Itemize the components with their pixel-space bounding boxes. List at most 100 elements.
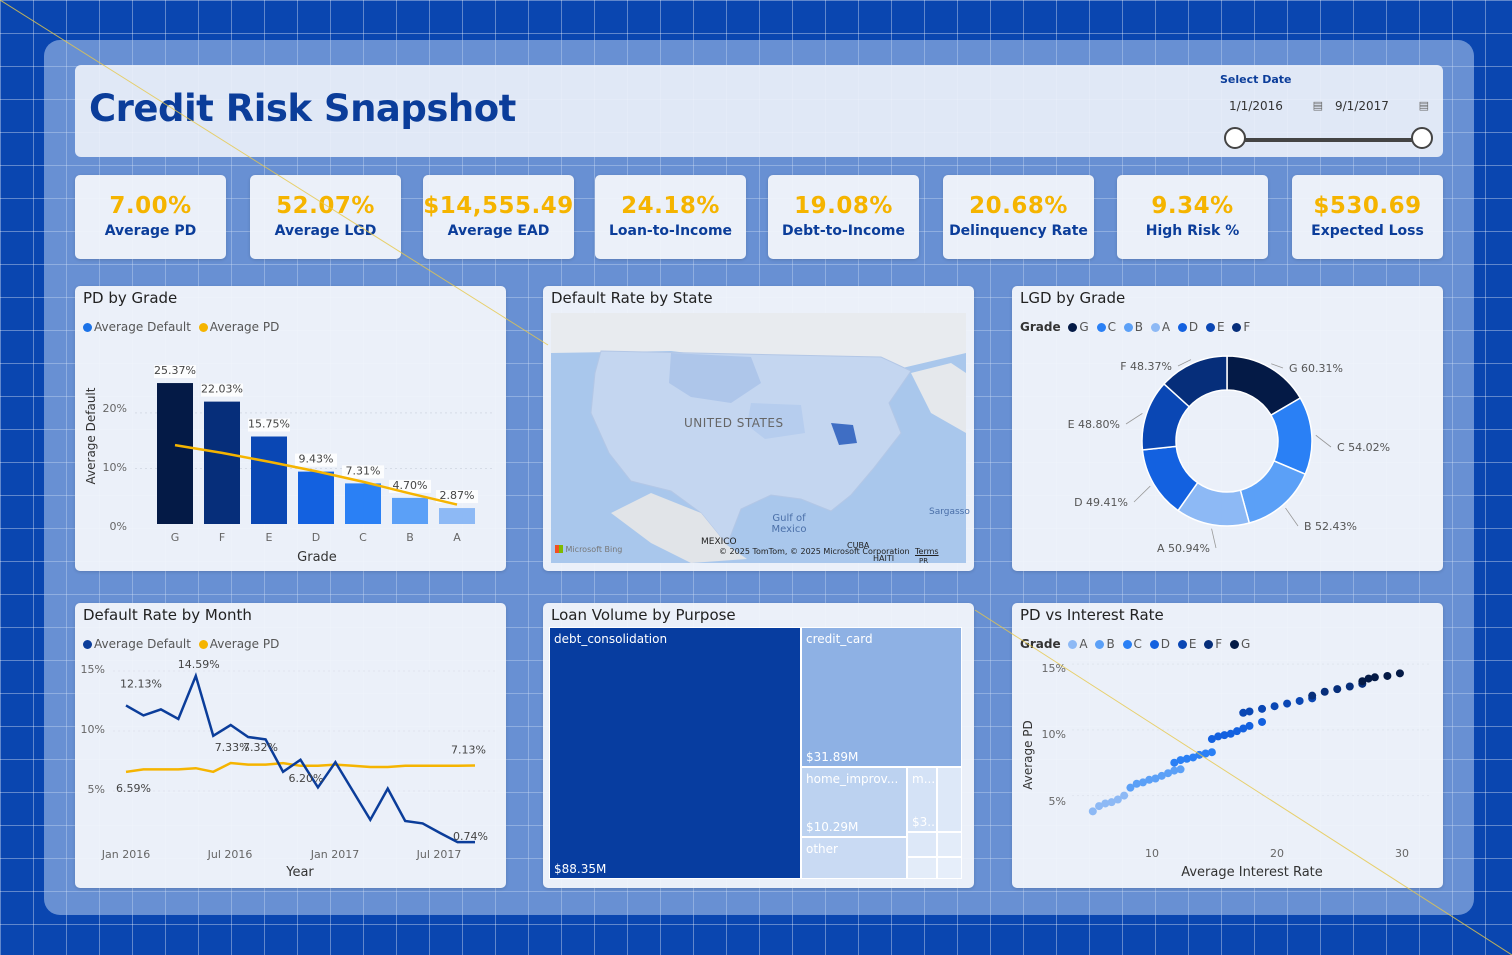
kpi-label: Debt-to-Income [782,223,905,239]
kpi-card-delinquency-rate: 20.68% Delinquency Rate [943,175,1094,259]
leader-line [1211,528,1217,549]
treemap-cell-small[interactable] [907,857,937,879]
kpi-label: Average LGD [274,223,377,239]
data-label: 6.59% [116,782,151,795]
select-date-label: Select Date [1220,73,1292,86]
scatter-point [1383,671,1392,680]
scatter-point [1333,685,1342,694]
x-tick: 30 [1395,847,1409,860]
data-label: F 48.37% [1120,360,1172,373]
header-panel: Credit Risk Snapshot Select Date 1/1/201… [75,65,1443,157]
treemap-cell-small[interactable] [937,832,962,857]
date-range-slider[interactable] [1235,138,1423,142]
kpi-card-debt-to-income: 19.08% Debt-to-Income [768,175,919,259]
x-axis-title: Year [285,865,314,880]
data-label: A 50.94% [1157,542,1210,555]
scatter-point [1088,807,1097,816]
terms-link[interactable]: Terms [915,547,939,556]
kpi-value: $530.69 [1313,193,1422,219]
x-tick: G [171,531,180,544]
treemap-cell-home-improvement[interactable]: home_improv... $10.29M [801,767,907,837]
y-tick: 10% [103,461,127,474]
loan-volume-treemap[interactable]: debt_consolidation $88.35M credit_card $… [549,627,962,879]
treemap-cell-m[interactable]: m... $3... [907,767,939,832]
scatter-point [1395,669,1404,678]
kpi-card-loan-to-income: 24.18% Loan-to-Income [595,175,746,259]
lgd-by-grade-panel[interactable]: LGD by Grade Grade G C B A D E F G 60.31… [1012,286,1443,571]
end-date-value: 9/1/2017 [1335,99,1389,113]
kpi-label: Loan-to-Income [608,223,733,239]
calendar-icon[interactable]: ▤ [1419,94,1429,118]
data-label: 25.37% [154,364,196,377]
x-tick: Jul 2017 [416,848,462,861]
data-label: 15.75% [248,418,290,431]
kpi-value: 24.18% [621,193,720,219]
kpi-label: Average EAD [447,223,550,239]
treemap-cell-label: credit_card [806,632,873,646]
treemap-cell-other[interactable]: other [801,837,907,879]
loan-volume-panel[interactable]: Loan Volume by Purpose debt_consolidatio… [543,603,974,888]
default-by-month-panel[interactable]: Default Rate by Month Average Default Av… [75,603,506,888]
y-tick: 5% [1049,795,1066,808]
treemap-cell-small[interactable] [907,832,937,857]
page-title: Credit Risk Snapshot [89,87,516,130]
scatter-point [1370,673,1379,682]
x-tick: Jan 2017 [310,848,359,861]
data-label: 0.74% [453,830,488,843]
panel-title: Default Rate by State [551,289,713,307]
lgd-donut-chart[interactable]: G 60.31% C 54.02% B 52.43% A 50.94% D 49.41%… [1012,286,1443,571]
us-choropleth-map[interactable]: UNITED STATES MEXICO Gulf of Mexico CUBA… [551,313,970,565]
y-tick: 0% [110,520,127,533]
map-attribution: © 2025 TomTom, © 2025 Microsoft Corporat… [719,547,910,556]
kpi-card-expected-loss: $530.69 Expected Loss [1292,175,1443,259]
data-label: 7.13% [451,743,486,756]
scatter-point [1295,696,1304,705]
pd-by-grade-panel[interactable]: PD by Grade Average Default Average PD A… [75,286,506,571]
map-label-country: UNITED STATES [684,416,784,430]
leader-line [1315,434,1332,448]
x-tick: C [359,531,367,544]
calendar-icon[interactable]: ▤ [1313,94,1323,118]
bar [392,497,428,524]
bar [251,436,287,524]
data-label: 12.13% [120,677,162,690]
slider-start-handle[interactable] [1224,127,1246,149]
scatter-point [1207,748,1216,757]
start-date-input[interactable]: 1/1/2016 ▤ [1229,94,1329,118]
treemap-cell-label: home_improv... [806,772,899,786]
map-label-mexico: MEXICO [701,537,737,547]
kpi-value: $14,555.49 [423,193,574,219]
treemap-cell-debt-consolidation[interactable]: debt_consolidation $88.35M [549,627,801,879]
scatter-point [1270,702,1279,711]
pd-by-grade-chart[interactable]: Average Default Grade 0% 10% 20% 25.37% G… [75,286,506,571]
bar [345,483,381,524]
scatter-point [1345,682,1354,691]
y-axis-title: Average Default [84,387,98,484]
default-by-state-panel[interactable]: Default Rate by State UNITED STATES MEXI… [543,286,974,571]
y-tick: 20% [103,402,127,415]
treemap-cell-value: $10.29M [806,820,859,834]
y-tick: 15% [1042,662,1066,675]
default-by-month-chart[interactable]: 5% 10% 15% Jan 2016 Jul 2016 Jan 2017 Ju… [75,603,506,888]
pd-vs-interest-chart[interactable]: Average PD Average Interest Rate 10 20 3… [1012,603,1443,888]
treemap-cell-small[interactable] [937,857,962,879]
end-date-input[interactable]: 9/1/2017 ▤ [1335,94,1435,118]
data-label: 7.31% [346,464,381,477]
leader-line [1133,485,1151,503]
kpi-value: 9.34% [1151,193,1234,219]
kpi-label: Delinquency Rate [949,223,1088,239]
treemap-cell-credit-card[interactable]: credit_card $31.89M [801,627,962,767]
scatter-point [1245,721,1254,730]
kpi-value: 19.08% [794,193,893,219]
kpi-label: Expected Loss [1311,223,1424,239]
scatter-point [1308,691,1317,700]
treemap-cell-small[interactable] [937,767,962,832]
data-label: 22.03% [201,383,243,396]
scatter-point [1245,707,1254,716]
map-label-gulf: Gulf of Mexico [771,513,807,535]
pd-vs-interest-panel[interactable]: PD vs Interest Rate Grade A B C D E F G … [1012,603,1443,888]
x-axis-title: Grade [297,550,337,565]
slider-end-handle[interactable] [1411,127,1433,149]
map-land-shapes [551,313,966,563]
leader-line [1285,507,1299,527]
